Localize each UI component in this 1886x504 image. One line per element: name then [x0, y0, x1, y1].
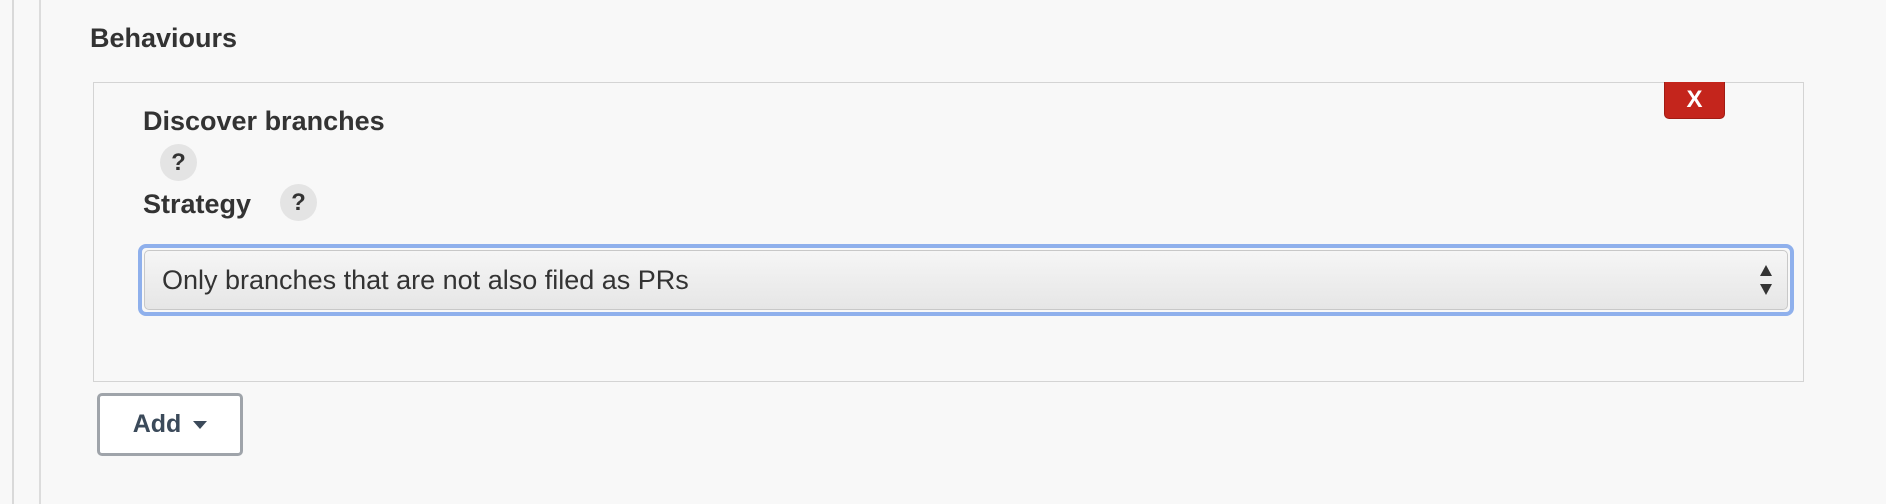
caret-down-icon — [193, 420, 208, 429]
section-title: Behaviours — [90, 23, 238, 53]
strategy-selected-value: Only branches that are not also filed as… — [162, 265, 689, 295]
inner-border-line — [39, 0, 41, 504]
add-behaviour-button[interactable]: Add — [97, 393, 243, 456]
select-updown-arrows-icon — [1760, 265, 1772, 295]
strategy-label: Strategy — [143, 189, 252, 219]
behaviour-title: Discover branches — [143, 106, 385, 136]
behaviours-panel: Behaviours X Discover branches ? Strateg… — [0, 0, 1886, 504]
outer-border-line — [12, 0, 14, 504]
delete-behaviour-button[interactable]: X — [1664, 82, 1725, 119]
strategy-help-icon[interactable]: ? — [280, 184, 317, 221]
help-icon[interactable]: ? — [160, 144, 197, 181]
add-button-label: Add — [132, 410, 182, 438]
